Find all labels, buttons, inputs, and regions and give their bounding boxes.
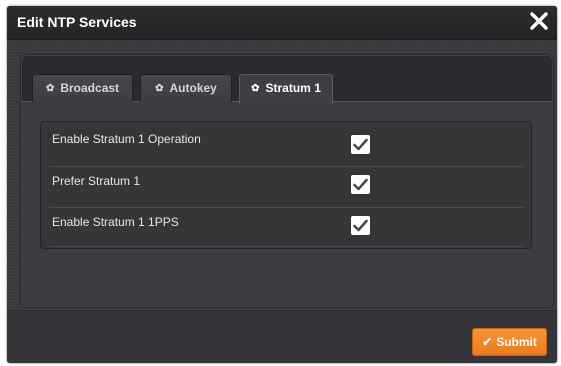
tab-autokey[interactable]: ✿ Autokey xyxy=(140,74,232,102)
setting-row-prefer-stratum-1: Prefer Stratum 1 xyxy=(49,167,523,208)
tab-broadcast[interactable]: ✿ Broadcast xyxy=(32,74,133,102)
stratum-1-settings: Enable Stratum 1 Operation Prefer Stratu… xyxy=(40,121,532,249)
gear-icon: ✿ xyxy=(45,83,55,94)
check-icon: ✔ xyxy=(482,335,493,349)
setting-label: Prefer Stratum 1 xyxy=(52,174,141,188)
tab-stratum-1[interactable]: ✿ Stratum 1 xyxy=(239,74,333,104)
tab-label: Stratum 1 xyxy=(265,81,321,95)
settings-panel: ✿ Broadcast ✿ Autokey ✿ Stratum 1 Enable St… xyxy=(20,54,554,308)
enable-stratum-1-1pps-checkbox[interactable] xyxy=(351,216,370,235)
checkmark-icon xyxy=(353,219,368,232)
dialog-titlebar: Edit NTP Services xyxy=(7,6,557,40)
checkmark-icon xyxy=(353,178,368,191)
edit-ntp-services-dialog: Edit NTP Services ✿ Broadcast ✿ Autokey ✿ S… xyxy=(7,6,557,363)
setting-row-enable-stratum-1-1pps: Enable Stratum 1 1PPS xyxy=(49,208,523,247)
enable-stratum-1-operation-checkbox[interactable] xyxy=(351,135,370,154)
tab-strip: ✿ Broadcast ✿ Autokey ✿ Stratum 1 xyxy=(22,56,552,104)
setting-row-enable-stratum-1-operation: Enable Stratum 1 Operation xyxy=(49,130,523,167)
gear-icon: ✿ xyxy=(155,83,164,94)
setting-label: Enable Stratum 1 1PPS xyxy=(52,215,179,229)
dialog-body: ✿ Broadcast ✿ Autokey ✿ Stratum 1 Enable St… xyxy=(7,40,557,310)
gear-icon: ✿ xyxy=(251,83,260,94)
prefer-stratum-1-checkbox[interactable] xyxy=(351,175,370,194)
dialog-title: Edit NTP Services xyxy=(17,14,137,30)
submit-label: Submit xyxy=(496,335,537,349)
setting-label: Enable Stratum 1 Operation xyxy=(52,132,201,146)
tab-label: Broadcast xyxy=(60,81,120,95)
submit-button[interactable]: ✔ Submit xyxy=(472,328,547,356)
tab-label: Autokey xyxy=(169,81,217,95)
dialog-footer: ✔ Submit xyxy=(7,310,557,363)
checkmark-icon xyxy=(353,138,368,151)
close-icon[interactable] xyxy=(528,10,550,32)
